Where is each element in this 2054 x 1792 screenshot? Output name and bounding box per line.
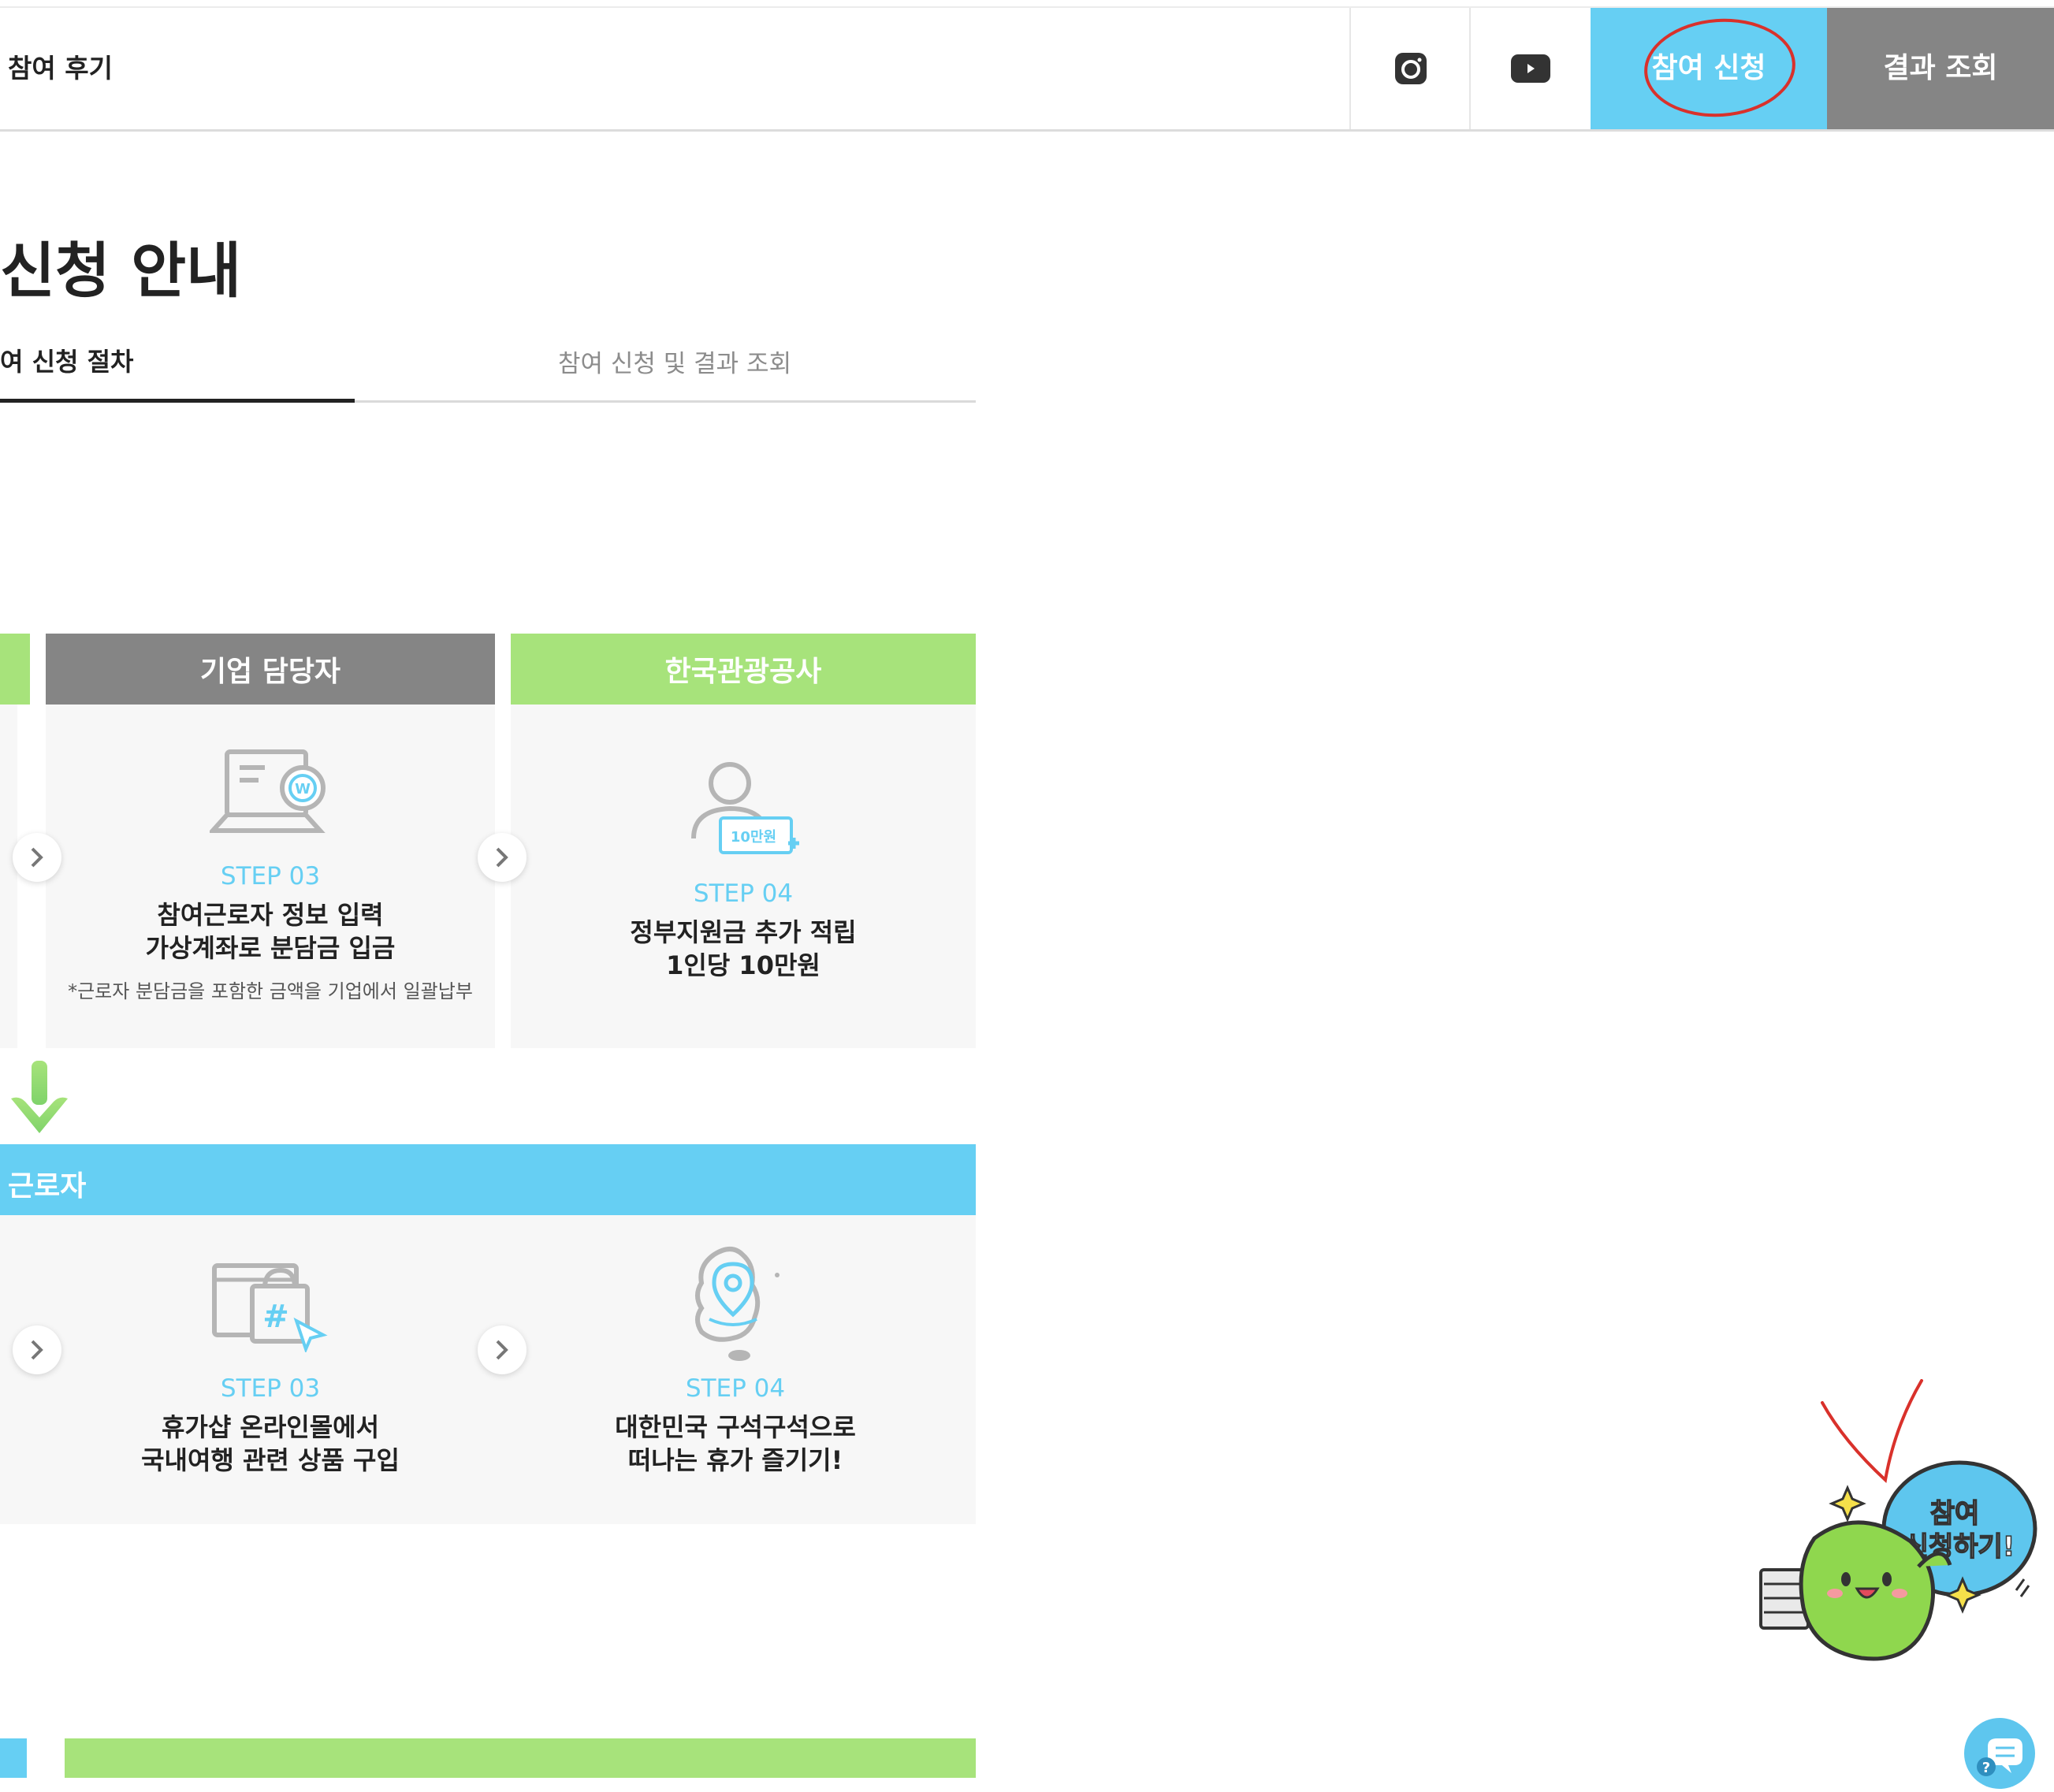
bonus-badge-text: 10만원: [731, 829, 776, 846]
youtube-button[interactable]: [1469, 8, 1591, 129]
step-line-1: 정부지원금 추가 적립: [630, 917, 857, 947]
next-step-chevron: [13, 1325, 61, 1374]
worker-header: 근로자: [0, 1144, 976, 1215]
page-title: 신청 안내: [0, 236, 242, 306]
step-line-2: 1인당 10만원: [666, 950, 820, 980]
chevron-right-icon: [496, 1340, 508, 1360]
svg-text:?: ?: [1982, 1760, 1990, 1776]
next-step-chevron: [478, 1325, 527, 1374]
chevron-right-icon: [31, 847, 43, 868]
next-row-sky-header: [0, 1738, 27, 1778]
laptop-payment-icon: W: [210, 749, 326, 833]
bubble-line-1: 참여: [1930, 1498, 1980, 1530]
chevron-right-icon: [31, 1340, 43, 1360]
step-note: *근로자 분담금을 포함한 금액을 기업에서 일괄납부: [68, 980, 473, 1002]
youtube-icon: [1511, 54, 1550, 83]
next-step-chevron: [478, 833, 527, 882]
step-number: STEP 04: [693, 879, 794, 908]
instagram-icon: [1395, 53, 1427, 84]
mascot-illustration: 참여 신청하기!: [1759, 1460, 2037, 1661]
person-bonus-icon: 10만원: [691, 762, 799, 854]
nav-review-link[interactable]: 참여 후기: [8, 8, 113, 129]
top-navigation-bar: 참여 후기 참여 신청 결과 조회: [0, 6, 2054, 132]
svg-text:#: #: [262, 1299, 289, 1335]
korea-map-pin-icon: [695, 1247, 780, 1361]
svg-text:W: W: [295, 781, 311, 797]
instagram-button[interactable]: [1349, 8, 1471, 129]
chevron-right-icon: [496, 847, 508, 868]
kto-step: STEP 04 정부지원금 추가 적립 1인당 10만원: [511, 879, 976, 982]
result-lookup-button[interactable]: 결과 조회: [1827, 8, 2054, 129]
tab-bar: 여 신청 절차 참여 신청 및 결과 조회: [0, 323, 976, 403]
next-row-green-header: [65, 1738, 976, 1778]
step-line-1: 휴가샵 온라인몰에서: [161, 1412, 380, 1442]
step-line-1: 대한민국 구석구석으로: [615, 1412, 856, 1442]
kto-step-panel: [511, 705, 976, 1048]
apply-mascot-button[interactable]: 참여 신청하기!: [1756, 1373, 2040, 1672]
step-number: STEP 03: [220, 1374, 321, 1403]
kto-header: 한국관광공사: [511, 634, 976, 705]
step-line-2: 국내여행 관련 상품 구입: [141, 1445, 400, 1475]
company-step: STEP 03 참여근로자 정보 입력 가상계좌로 분담금 입금 *근로자 분담…: [46, 862, 495, 1003]
worker-step-3: STEP 03 휴가샵 온라인몰에서 국내여행 관련 상품 구입: [46, 1374, 495, 1477]
chat-help-icon: ?: [1977, 1738, 2022, 1776]
active-tab-indicator: [0, 399, 355, 403]
step-number: STEP 04: [685, 1374, 786, 1403]
left-panel-edge: [0, 705, 17, 1048]
step-line-2: 가상계좌로 분담금 입금: [145, 933, 396, 963]
left-green-header-edge: [0, 634, 30, 705]
down-arrow-icon: [11, 1061, 68, 1133]
company-manager-header: 기업 담당자: [46, 634, 495, 705]
tab-application-and-result[interactable]: 참여 신청 및 결과 조회: [558, 344, 791, 379]
online-shopping-icon: #: [212, 1263, 328, 1352]
worker-step-4: STEP 04 대한민국 구석구석으로 떠나는 휴가 즐기기!: [511, 1374, 960, 1477]
step-line-2: 떠나는 휴가 즐기기!: [627, 1445, 843, 1475]
worker-header-label: 근로자: [8, 1170, 87, 1203]
help-chat-button[interactable]: ?: [1964, 1718, 2035, 1789]
tab-application-procedure[interactable]: 여 신청 절차: [0, 342, 133, 378]
next-step-chevron: [13, 833, 61, 882]
step-number: STEP 03: [220, 862, 321, 890]
step-line-1: 참여근로자 정보 입력: [157, 900, 384, 930]
